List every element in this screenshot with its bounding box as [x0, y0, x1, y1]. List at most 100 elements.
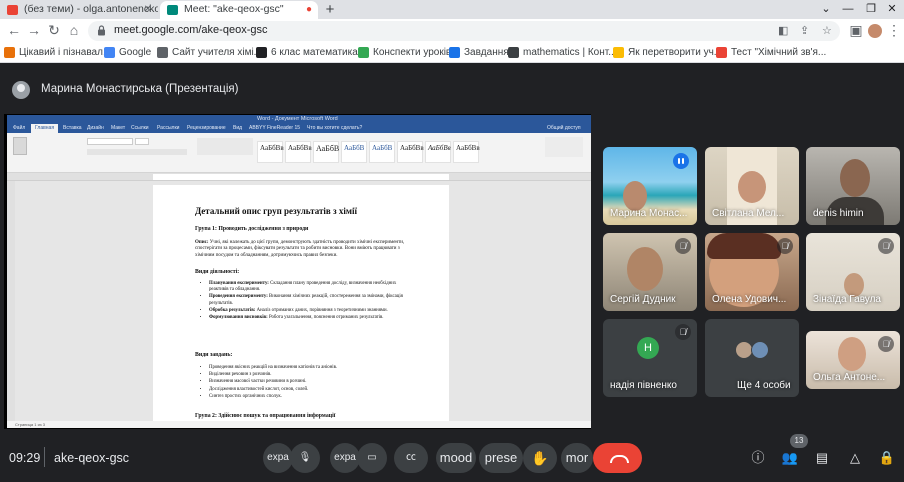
tab-meet[interactable]: Meet: "ake-qeox-gsc" ●	[160, 1, 318, 19]
bookmark-item[interactable]: 6 клас математика...	[256, 46, 366, 60]
tab-gmail[interactable]: (без теми) - olga.antonencko@gm... ✕	[0, 1, 158, 19]
word-ribbon-tabs: Файл Главная Вставка Дизайн Макет Ссылки…	[7, 124, 591, 133]
new-tab-button[interactable]: +	[322, 2, 338, 18]
present-button[interactable]: prese	[479, 443, 523, 473]
bookmark-item[interactable]: Google	[104, 46, 151, 60]
mic-icon: 🎙	[298, 452, 312, 463]
extensions-icon[interactable]: ▣	[848, 23, 864, 39]
microphone-button[interactable]: 🎙	[290, 443, 320, 473]
word-ribbon: АаБбВв АаБбВв АаБбВ АаБбВ АаБбВ АаБбВв А…	[7, 133, 591, 173]
more-participants-tile[interactable]: Ще 4 особи	[705, 319, 799, 397]
style-swatch: АаБбВ	[369, 141, 395, 163]
participant-face	[627, 247, 663, 291]
participant-face	[738, 171, 766, 203]
bookmark-label: 6 клас математика...	[271, 47, 367, 58]
participant-face	[840, 159, 870, 197]
meeting-code: ake-qeox-gsc	[54, 451, 130, 465]
bookmark-label: Завдання	[464, 47, 509, 58]
participant-tile[interactable]: 🎙̸ Зінаїда Гавула	[806, 233, 900, 311]
url-text: meet.google.com/ake-qeox-gsc	[114, 24, 268, 36]
document-title: Детальний опис груп результатів з хімії	[195, 206, 358, 216]
description-paragraph: Опис: Учні, які належать до цієї групи, …	[195, 240, 405, 258]
bookmark-icon	[157, 47, 168, 58]
close-window-button[interactable]: ✕	[878, 0, 904, 19]
bookmark-item[interactable]: Тест "Хімічний зв'я...	[716, 46, 826, 60]
host-controls-icon[interactable]: 🔒	[877, 448, 897, 468]
profile-avatar[interactable]	[868, 24, 882, 38]
button-label: expa	[267, 452, 289, 463]
bookmark-item[interactable]: Цікавий і пізнавал...	[4, 46, 111, 60]
mic-off-icon: 🎙̸	[878, 238, 894, 254]
bookmark-item[interactable]: Завдання	[449, 46, 509, 60]
bookmark-icon	[4, 47, 15, 58]
clock: 09:29	[9, 451, 41, 465]
people-icon[interactable]: 👥	[780, 448, 800, 468]
style-swatch: АаБбВв	[425, 141, 451, 163]
share-icon[interactable]: ⇪	[800, 24, 809, 37]
style-swatch: АаБбВв	[285, 141, 312, 163]
back-icon[interactable]: ←	[6, 23, 22, 39]
bookmark-star-icon[interactable]: ☆	[822, 24, 832, 37]
activities-heading: Види діяльності:	[195, 269, 240, 275]
bookmark-item[interactable]: Як перетворити уч...	[613, 46, 722, 60]
word-tab-review: Рецензирование	[187, 125, 226, 131]
close-icon[interactable]: ✕	[144, 1, 152, 18]
leave-call-button[interactable]	[593, 443, 642, 473]
chat-icon[interactable]: ▤	[812, 448, 832, 468]
home-icon[interactable]: ⌂	[66, 23, 82, 39]
paste-icon	[13, 137, 27, 155]
list-item: Синтез простих органічних сполук.	[209, 394, 409, 400]
forward-icon[interactable]: →	[26, 23, 42, 39]
word-tab-insert: Вставка	[63, 125, 82, 131]
participant-tile[interactable]: Світлана Мел...	[705, 147, 799, 225]
participant-face	[623, 181, 647, 211]
captions-button[interactable]: ㏄	[394, 443, 428, 473]
address-bar[interactable]: meet.google.com/ake-qeox-gsc ◧ ⇪ ☆	[88, 21, 840, 41]
presenter-avatar	[12, 81, 30, 99]
browser-toolbar: ← → ↻ ⌂ meet.google.com/ake-qeox-gsc ◧ ⇪…	[0, 19, 904, 43]
group1-heading: Група 1: Проводить дослідження з природи	[195, 226, 309, 232]
bookmark-label: Як перетворити уч...	[628, 47, 723, 58]
participant-name: надія півненко	[610, 380, 677, 391]
speaking-indicator-icon	[673, 153, 689, 169]
info-icon[interactable]: ⓘ	[748, 448, 768, 468]
button-label: mood	[439, 450, 473, 465]
menu-icon[interactable]: ⋮	[886, 23, 902, 39]
participant-tile[interactable]: 🎙̸ Сергій Дудник	[603, 233, 697, 311]
list-item: Проведення експерименту: Виконання хіміч…	[209, 294, 409, 306]
participant-name: Ольга Антоне...	[813, 372, 886, 383]
browser-tab-bar: (без теми) - olga.antonencko@gm... ✕ Mee…	[0, 0, 904, 19]
button-label: expa	[334, 452, 356, 463]
participant-tile[interactable]: Н 🎙̸ надія півненко	[603, 319, 697, 397]
bookmark-icon	[613, 47, 624, 58]
style-swatch: АаБбВв	[453, 141, 480, 163]
bookmark-icon	[358, 47, 369, 58]
participant-tile[interactable]: denis himin	[806, 147, 900, 225]
format-buttons	[87, 149, 187, 155]
mic-options-button[interactable]: expa	[263, 443, 293, 473]
camera-button[interactable]: ▭	[357, 443, 387, 473]
participant-tile[interactable]: Марина Монас...	[603, 147, 697, 225]
camera-icon: ▭	[367, 452, 377, 463]
reactions-button[interactable]: mood	[436, 443, 476, 473]
paragraph-buttons	[197, 138, 253, 155]
participant-tile[interactable]: 🎙̸ Ольга Антоне...	[806, 331, 900, 389]
participant-tile[interactable]: 🎙̸ Олена Удович...	[705, 233, 799, 311]
bookmark-item[interactable]: Сайт учителя хімі...	[157, 46, 262, 60]
font-size-field	[135, 138, 149, 145]
bookmark-label: Тест "Хімічний зв'я...	[731, 47, 827, 58]
participant-face	[838, 337, 866, 371]
more-options-button[interactable]: mor	[561, 443, 593, 473]
mic-off-icon: 🎙̸	[675, 324, 691, 340]
style-swatch: АаБбВв	[397, 141, 424, 163]
bookmark-item[interactable]: Конспекти уроків	[358, 46, 451, 60]
activities-icon[interactable]: △	[845, 448, 865, 468]
camera-options-button[interactable]: expa	[330, 443, 360, 473]
camera-in-use-icon[interactable]: ◧	[778, 24, 788, 37]
list-item: Формулювання висновків: Робота узагальне…	[209, 315, 409, 321]
raise-hand-button[interactable]: ✋	[523, 443, 557, 473]
reload-icon[interactable]: ↻	[46, 23, 62, 39]
bookmark-item[interactable]: mathematics | Конт...	[508, 46, 617, 60]
word-tab-references: Ссылки	[131, 125, 149, 131]
word-tab-mailings: Рассылки	[157, 125, 180, 131]
